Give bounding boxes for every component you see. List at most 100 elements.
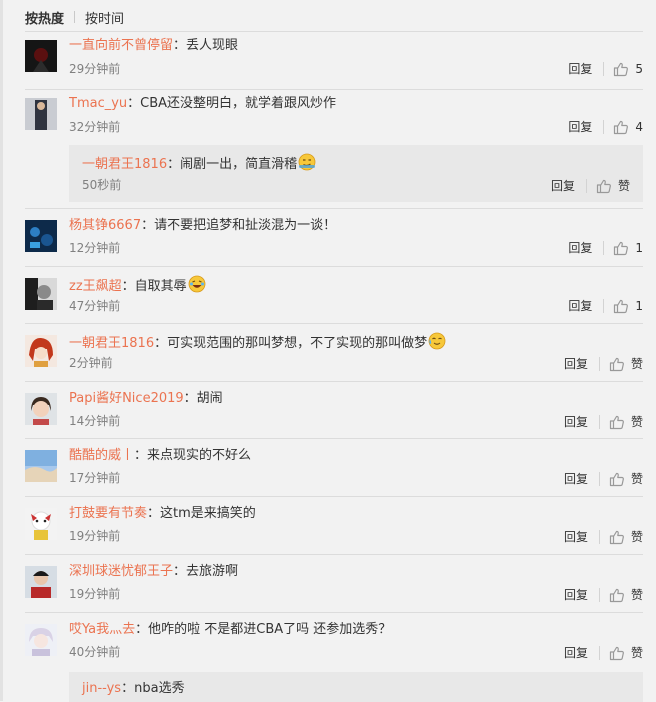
thumbs-up-icon <box>614 62 629 77</box>
like-button[interactable]: 赞 <box>609 644 643 661</box>
avatar[interactable] <box>25 393 57 425</box>
colon: ： <box>121 681 135 696</box>
like-button[interactable]: 赞 <box>596 177 630 194</box>
reply-button[interactable]: 回复 <box>564 414 600 429</box>
avatar[interactable] <box>25 450 57 482</box>
comment-text: 丢人现眼 <box>186 38 239 53</box>
avatar[interactable] <box>25 566 57 598</box>
avatar[interactable] <box>25 624 57 656</box>
like-button[interactable]: 赞 <box>609 413 643 430</box>
like-count: 1 <box>635 241 643 255</box>
reply-button[interactable]: 回复 <box>568 241 605 255</box>
username-link[interactable]: 哎Ya我灬去 <box>69 622 135 637</box>
comment-text: 去旅游啊 <box>186 564 239 579</box>
like-count: 5 <box>635 62 643 76</box>
username-link[interactable]: 一朝君王1816 <box>82 157 167 172</box>
comment-item: 哎Ya我灬去：他咋的啦 不是都进CBA了吗 还参加选秀？ 40分钟前 回复 赞 … <box>25 612 643 702</box>
comment-time: 19分钟前 <box>69 587 121 601</box>
smirk-emoji-icon <box>298 153 316 171</box>
like-count: 1 <box>635 299 643 313</box>
comment-text: 可实现范围的那叫梦想，不了实现的那叫做梦 <box>167 336 428 351</box>
comment-item: 杨其铮6667：请不要把追梦和扯淡混为一谈！ 12分钟前 回复 1 <box>25 208 643 267</box>
colon: ： <box>135 622 149 637</box>
reply-button[interactable]: 回复 <box>551 178 587 193</box>
comment-text: 胡闹 <box>196 391 223 406</box>
comment-text: nba选秀 <box>134 681 185 696</box>
thumbs-up-icon <box>609 472 624 486</box>
colon: ： <box>154 336 168 351</box>
reply-button[interactable]: 回复 <box>564 471 600 486</box>
comment-item: Tmac_yu：CBA还没整明白，就学着跟风炒作 32分钟前 回复 4 一朝君王… <box>25 89 643 209</box>
username-link[interactable]: 深圳球迷忧郁王子 <box>69 564 173 579</box>
like-label: 赞 <box>630 588 643 602</box>
reply-button[interactable]: 回复 <box>564 529 600 544</box>
comment-time: 40分钟前 <box>69 645 121 659</box>
cry-laugh-emoji-icon <box>428 332 446 350</box>
like-button[interactable]: 1 <box>613 298 643 314</box>
colon: ： <box>147 506 161 521</box>
reply-button[interactable]: 回复 <box>564 645 600 660</box>
like-button[interactable]: 1 <box>613 240 643 256</box>
colon: ： <box>121 279 135 294</box>
comment-text: 自取其辱 <box>134 279 187 294</box>
username-link[interactable]: 一直向前不曾停留 <box>69 38 173 53</box>
thumbs-up-icon <box>609 530 624 544</box>
colon: ： <box>183 391 197 406</box>
thumbs-up-icon <box>614 241 629 256</box>
like-button[interactable]: 赞 <box>609 528 643 545</box>
username-link[interactable]: 打鼓要有节奏 <box>69 506 147 521</box>
laugh-emoji-icon <box>188 275 206 293</box>
sub-reply: 一朝君王1816：闹剧一出，简直滑稽 50秒前 回复 赞 <box>69 145 643 202</box>
username-link[interactable]: Papi酱好Nice2019 <box>69 391 184 406</box>
avatar[interactable] <box>25 278 57 310</box>
like-button[interactable]: 5 <box>613 61 643 77</box>
comment-item: 深圳球迷忧郁王子：去旅游啊 19分钟前 回复 赞 <box>25 554 643 613</box>
like-label: 赞 <box>630 415 643 429</box>
reply-button[interactable]: 回复 <box>564 356 600 371</box>
username-link[interactable]: 酷酷的威丨 <box>69 448 134 463</box>
comment-time: 17分钟前 <box>69 471 121 485</box>
comment-item: 一直向前不曾停留：丢人现眼 29分钟前 回复 5 <box>25 31 643 90</box>
username-link[interactable]: jin--ys <box>82 681 121 696</box>
tab-sort-by-hot[interactable]: 按热度 <box>25 8 64 27</box>
thumbs-up-icon <box>609 646 624 660</box>
username-link[interactable]: zz王飙超 <box>69 279 122 294</box>
like-button[interactable]: 赞 <box>609 586 643 603</box>
comment-time: 47分钟前 <box>69 299 121 313</box>
like-button[interactable]: 4 <box>613 119 643 135</box>
colon: ： <box>134 448 148 463</box>
like-label: 赞 <box>630 472 643 486</box>
avatar[interactable] <box>25 40 57 72</box>
like-button[interactable]: 赞 <box>609 355 643 372</box>
comment-panel: 按热度 按时间 一直向前不曾停留：丢人现眼 29分钟前 回复 5 Tmac_yu… <box>3 0 656 702</box>
reply-button[interactable]: 回复 <box>568 120 605 134</box>
comment-text: CBA还没整明白，就学着跟风炒作 <box>140 96 337 111</box>
avatar[interactable] <box>25 220 57 252</box>
comment-time: 14分钟前 <box>69 414 121 428</box>
avatar[interactable] <box>25 335 57 367</box>
reply-button[interactable]: 回复 <box>564 587 600 602</box>
comment-time: 12分钟前 <box>69 241 121 255</box>
reply-button[interactable]: 回复 <box>568 299 605 313</box>
like-label: 赞 <box>630 530 643 544</box>
colon: ： <box>167 157 181 172</box>
avatar[interactable] <box>25 508 57 540</box>
username-link[interactable]: 杨其铮6667 <box>69 218 141 233</box>
thumbs-up-icon <box>609 415 624 429</box>
thumbs-up-icon <box>609 588 624 602</box>
like-button[interactable]: 赞 <box>609 470 643 487</box>
tab-sort-by-time[interactable]: 按时间 <box>85 8 124 27</box>
tab-divider <box>74 11 76 23</box>
like-label: 赞 <box>630 357 643 371</box>
like-label: 赞 <box>617 179 630 193</box>
comment-time: 50秒前 <box>82 178 122 192</box>
comment-time: 32分钟前 <box>69 120 121 134</box>
avatar[interactable] <box>25 98 57 130</box>
colon: ： <box>173 564 187 579</box>
username-link[interactable]: Tmac_yu <box>69 96 127 111</box>
comment-text: 这tm是来搞笑的 <box>160 506 256 521</box>
username-link[interactable]: 一朝君王1816 <box>69 336 154 351</box>
reply-button[interactable]: 回复 <box>568 62 605 76</box>
comment-time: 19分钟前 <box>69 529 121 543</box>
colon: ： <box>127 96 141 111</box>
